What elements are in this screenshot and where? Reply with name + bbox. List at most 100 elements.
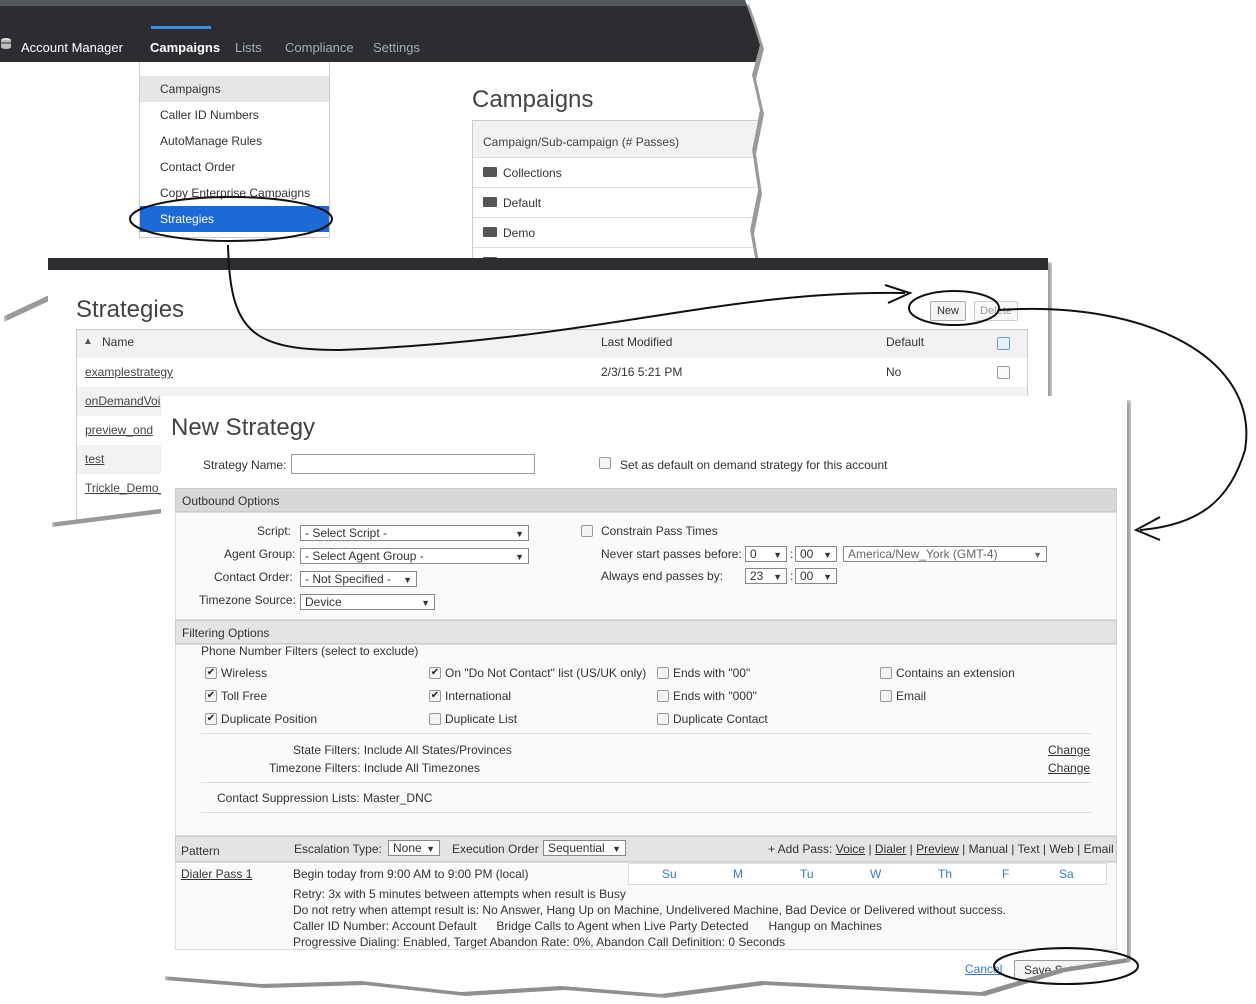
filter-checkbox[interactable] xyxy=(657,713,669,725)
tab-compliance[interactable]: Compliance xyxy=(285,40,354,55)
day-thursday[interactable]: Th xyxy=(938,867,952,881)
strategy-name-input[interactable] xyxy=(291,454,535,474)
strategy-name-link[interactable]: examplestrategy xyxy=(85,358,173,387)
menu-item-caller-id-numbers[interactable]: Caller ID Numbers xyxy=(140,102,329,128)
never-start-hour-select[interactable]: 0 ▼ xyxy=(745,546,787,562)
tab-campaigns[interactable]: Campaigns xyxy=(150,40,220,55)
add-dialer-pass-link[interactable]: Dialer xyxy=(875,842,906,856)
dropdown-arrow-icon: ▼ xyxy=(515,529,524,539)
campaign-row[interactable]: Default xyxy=(473,187,760,217)
set-default-checkbox[interactable] xyxy=(599,457,611,469)
state-filters-text: State Filters: Include All States/Provin… xyxy=(293,743,512,757)
always-end-minute-select[interactable]: 00 ▼ xyxy=(795,568,837,584)
cancel-link[interactable]: Cancel xyxy=(965,962,1002,976)
menu-item-contact-order[interactable]: Contact Order xyxy=(140,154,329,180)
separator: | xyxy=(909,842,913,856)
dropdown-arrow-icon: ▼ xyxy=(403,575,412,585)
sort-ascending-icon[interactable]: ▲ xyxy=(83,336,93,347)
timezone-filters-text: Timezone Filters: Include All Timezones xyxy=(269,761,480,775)
strategy-name-link[interactable]: test xyxy=(85,445,104,474)
strategy-name-link[interactable]: onDemandVoi xyxy=(85,387,160,416)
dropdown-arrow-icon: ▼ xyxy=(421,598,430,608)
menu-item-campaigns[interactable]: Campaigns xyxy=(140,76,329,102)
change-timezone-filters-link[interactable]: Change xyxy=(1048,761,1090,775)
menu-item-strategies[interactable]: Strategies xyxy=(140,206,329,232)
timezone-source-select[interactable]: Device ▼ xyxy=(300,594,435,610)
add-web-pass[interactable]: Web xyxy=(1049,842,1073,856)
constrain-pass-times-checkbox[interactable] xyxy=(581,525,593,537)
dropdown-arrow-icon: ▼ xyxy=(773,572,782,582)
app-name[interactable]: Account Manager xyxy=(21,40,123,55)
menu-item-automanage-rules[interactable]: AutoManage Rules xyxy=(140,128,329,154)
filter-label: On "Do Not Contact" list (US/UK only) xyxy=(445,666,647,680)
strategy-name-link[interactable]: Trickle_Demo_ xyxy=(85,474,165,503)
filter-checkbox[interactable] xyxy=(657,667,669,679)
dropdown-arrow-icon: ▼ xyxy=(426,844,435,854)
separator: | xyxy=(868,842,872,856)
strategy-name-label: Strategy Name: xyxy=(203,458,287,472)
execution-order-label: Execution Order xyxy=(452,842,539,856)
delete-button[interactable]: Delete xyxy=(974,301,1018,321)
time-separator: : xyxy=(790,547,794,561)
day-tuesday[interactable]: Tu xyxy=(800,867,814,881)
campaigns-title: Campaigns xyxy=(472,86,594,113)
day-saturday[interactable]: Sa xyxy=(1059,867,1074,881)
campaigns-dropdown-menu: Campaigns Caller ID Numbers AutoManage R… xyxy=(139,62,330,238)
strategies-title: Strategies xyxy=(76,296,185,323)
filter-checkbox[interactable]: ✔ xyxy=(429,690,441,702)
day-friday[interactable]: F xyxy=(1002,867,1009,881)
filter-checkbox[interactable]: ✔ xyxy=(205,667,217,679)
filter-checkbox[interactable] xyxy=(880,667,892,679)
filter-label: Contains an extension xyxy=(896,666,1015,680)
change-state-filters-link[interactable]: Change xyxy=(1048,743,1090,757)
campaign-row[interactable]: Collections xyxy=(473,157,760,187)
add-manual-pass[interactable]: Manual xyxy=(969,842,1008,856)
menu-item-copy-enterprise-campaigns[interactable]: Copy Enterprise Campaigns xyxy=(140,180,329,206)
never-start-minute-select[interactable]: 00 ▼ xyxy=(795,546,837,562)
dropdown-arrow-icon: ▼ xyxy=(1033,550,1042,560)
active-tab-indicator xyxy=(151,26,211,29)
table-row[interactable]: examplestrategy 2/3/16 5:21 PM No xyxy=(77,358,1027,387)
filter-checkbox[interactable] xyxy=(429,713,441,725)
filter-checkbox[interactable]: ✔ xyxy=(429,667,441,679)
contact-order-select[interactable]: - Not Specified - ▼ xyxy=(300,571,417,587)
script-select[interactable]: - Select Script - ▼ xyxy=(300,525,529,541)
time-separator: : xyxy=(790,569,794,583)
set-default-label: Set as default on demand strategy for th… xyxy=(620,458,888,472)
add-preview-pass-link[interactable]: Preview xyxy=(916,842,959,856)
add-email-pass[interactable]: Email xyxy=(1084,842,1114,856)
escalation-type-select[interactable]: None ▼ xyxy=(388,840,440,856)
agent-group-value: - Select Agent Group - xyxy=(305,549,424,563)
column-default[interactable]: Default xyxy=(886,335,924,349)
filter-checkbox[interactable] xyxy=(657,690,669,702)
never-start-label: Never start passes before: xyxy=(601,547,742,561)
day-wednesday[interactable]: W xyxy=(870,867,881,881)
timezone-select[interactable]: America/New_York (GMT-4) ▼ xyxy=(843,546,1047,562)
add-text-pass[interactable]: Text xyxy=(1018,842,1040,856)
strategy-name-link[interactable]: preview_ond xyxy=(85,416,153,445)
agent-group-label: Agent Group: xyxy=(224,547,296,561)
column-last-modified[interactable]: Last Modified xyxy=(601,335,672,349)
column-name[interactable]: Name xyxy=(102,335,134,349)
separator: | xyxy=(1077,842,1081,856)
new-button[interactable]: New xyxy=(930,301,966,321)
tab-lists[interactable]: Lists xyxy=(235,40,262,55)
timezone-source-value: Device xyxy=(305,595,342,609)
row-checkbox[interactable] xyxy=(997,366,1010,379)
add-voice-pass-link[interactable]: Voice xyxy=(836,842,865,856)
execution-order-select[interactable]: Sequential ▼ xyxy=(543,840,626,856)
always-end-hour-select[interactable]: 23 ▼ xyxy=(745,568,787,584)
agent-group-select[interactable]: - Select Agent Group - ▼ xyxy=(300,548,529,564)
filter-checkbox[interactable] xyxy=(880,690,892,702)
never-start-minute-value: 00 xyxy=(800,547,814,561)
filter-checkbox[interactable]: ✔ xyxy=(205,690,217,702)
divider xyxy=(201,782,1091,783)
day-sunday[interactable]: Su xyxy=(662,867,677,881)
day-monday[interactable]: M xyxy=(733,867,743,881)
tab-settings[interactable]: Settings xyxy=(373,40,420,55)
dialer-pass-link[interactable]: Dialer Pass 1 xyxy=(181,867,252,881)
filter-checkbox[interactable]: ✔ xyxy=(205,713,217,725)
select-all-checkbox[interactable] xyxy=(997,337,1010,350)
filter-label: Ends with "00" xyxy=(673,666,751,680)
campaign-row[interactable]: Demo xyxy=(473,217,760,247)
